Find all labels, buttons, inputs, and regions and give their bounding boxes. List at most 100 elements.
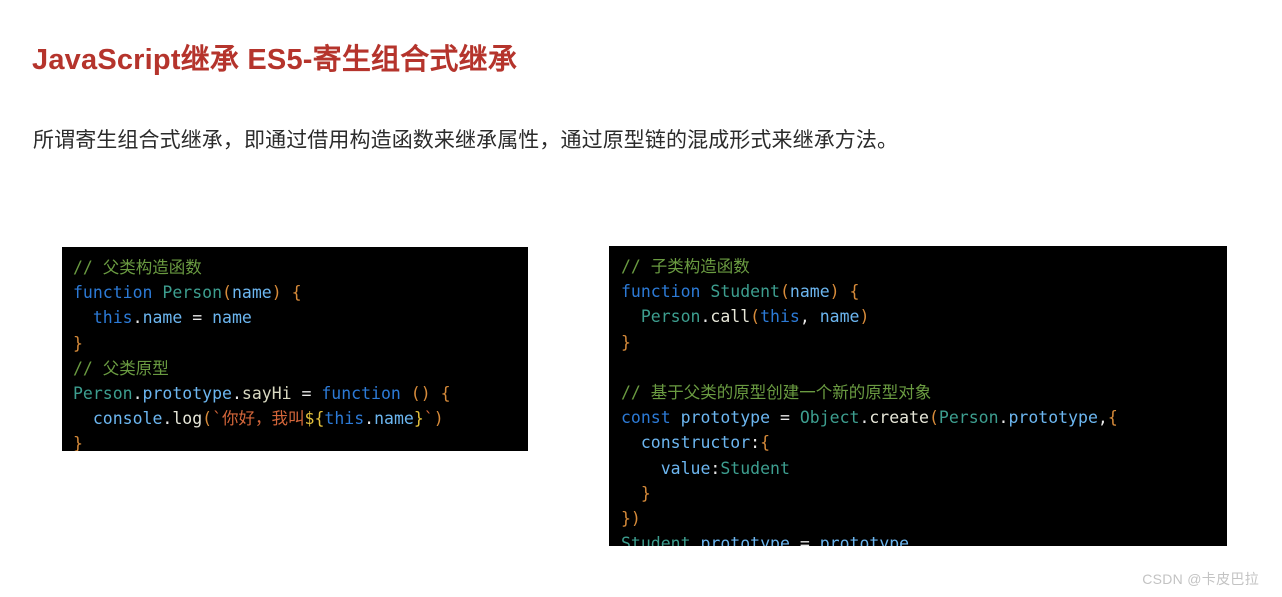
code-token: ( [928, 408, 939, 428]
code-token: . [162, 409, 173, 429]
code-token: // 子类构造函数 [621, 257, 750, 276]
code-token: ) [859, 307, 870, 327]
code-token: Student [621, 534, 691, 546]
code-token: Person [73, 383, 133, 403]
code-line: Student.prototype = prototype [621, 531, 1227, 546]
code-line: function Person(name) { [73, 280, 528, 305]
code-token: = [779, 408, 790, 428]
code-token: { [849, 282, 860, 302]
code-line: Person.prototype.sayHi = function () { [73, 381, 528, 406]
parent-class-code-block: // 父类构造函数 function Person(name) { this.na… [62, 247, 528, 451]
code-token: . [132, 308, 143, 328]
code-line: }) [621, 506, 1227, 531]
code-token: Person [938, 408, 999, 428]
code-token: value [660, 458, 711, 478]
code-token: function [321, 383, 401, 403]
code-token: name [819, 307, 860, 327]
code-token: . [364, 409, 375, 429]
code-token: prototype [680, 408, 771, 428]
code-token: { [440, 383, 451, 403]
code-token: Person [640, 307, 701, 327]
code-token: = [799, 534, 810, 546]
code-token: create [869, 408, 929, 428]
code-token: : [710, 458, 721, 478]
code-token: const [621, 408, 671, 428]
code-token: this [760, 307, 800, 327]
code-token: { [291, 283, 302, 303]
code-line: } [73, 431, 528, 451]
code-token: . [132, 383, 143, 403]
code-token: : [750, 433, 761, 453]
code-line: console.log(`你好，我叫${this.name}`) [73, 406, 528, 431]
code-token: . [859, 408, 870, 428]
child-class-code-block: // 子类构造函数 function Student(name) { Person… [609, 246, 1227, 546]
code-token: prototype [142, 383, 232, 403]
code-token: ( [750, 307, 761, 327]
code-token: , [1097, 408, 1108, 428]
code-token: ) [433, 409, 444, 429]
code-token: ( [779, 282, 790, 302]
code-token: } [413, 409, 424, 429]
code-token: prototype [700, 534, 790, 546]
code-line: // 子类构造函数 [621, 254, 1227, 279]
code-token: name [789, 282, 830, 302]
code-token: name [231, 283, 272, 303]
code-token: } [640, 483, 651, 503]
code-token: { [760, 433, 771, 453]
code-token: // 父类原型 [73, 358, 169, 378]
code-token: sayHi [241, 383, 292, 403]
code-line: Person.call(this, name) [621, 304, 1227, 329]
code-token: ` [423, 409, 434, 429]
code-token: name [374, 409, 414, 429]
code-line: // 父类原型 [73, 356, 528, 381]
code-token: `你好，我叫 [212, 409, 305, 429]
code-token: Person [162, 283, 223, 303]
code-line: } [621, 481, 1227, 506]
code-token: ) [829, 282, 840, 302]
code-token: { [1107, 408, 1118, 428]
code-token: Student [720, 458, 790, 478]
code-token: this [92, 308, 133, 328]
code-token: name [212, 308, 252, 328]
code-token: = [192, 308, 203, 328]
code-token: function [621, 282, 701, 302]
code-token: } [73, 333, 83, 353]
code-token: } [621, 332, 631, 352]
code-line: } [621, 330, 1227, 355]
code-token: ) [271, 283, 282, 303]
code-token: name [142, 308, 183, 328]
code-line: constructor:{ [621, 430, 1227, 455]
code-line: // 父类构造函数 [73, 255, 528, 280]
code-line: value:Student [621, 456, 1227, 481]
code-line: this.name = name [73, 305, 528, 330]
code-token: , [799, 307, 810, 327]
code-token: } [73, 434, 83, 451]
code-token: call [710, 307, 751, 327]
code-token: . [690, 534, 701, 546]
code-token: // 基于父类的原型创建一个新的原型对象 [621, 382, 932, 402]
code-token: prototype [1008, 408, 1098, 428]
code-token: Object [799, 408, 860, 428]
code-token: // 父类构造函数 [73, 258, 202, 277]
page-title: JavaScript继承 ES5-寄生组合式继承 [32, 44, 518, 77]
code-token: this [324, 409, 365, 429]
